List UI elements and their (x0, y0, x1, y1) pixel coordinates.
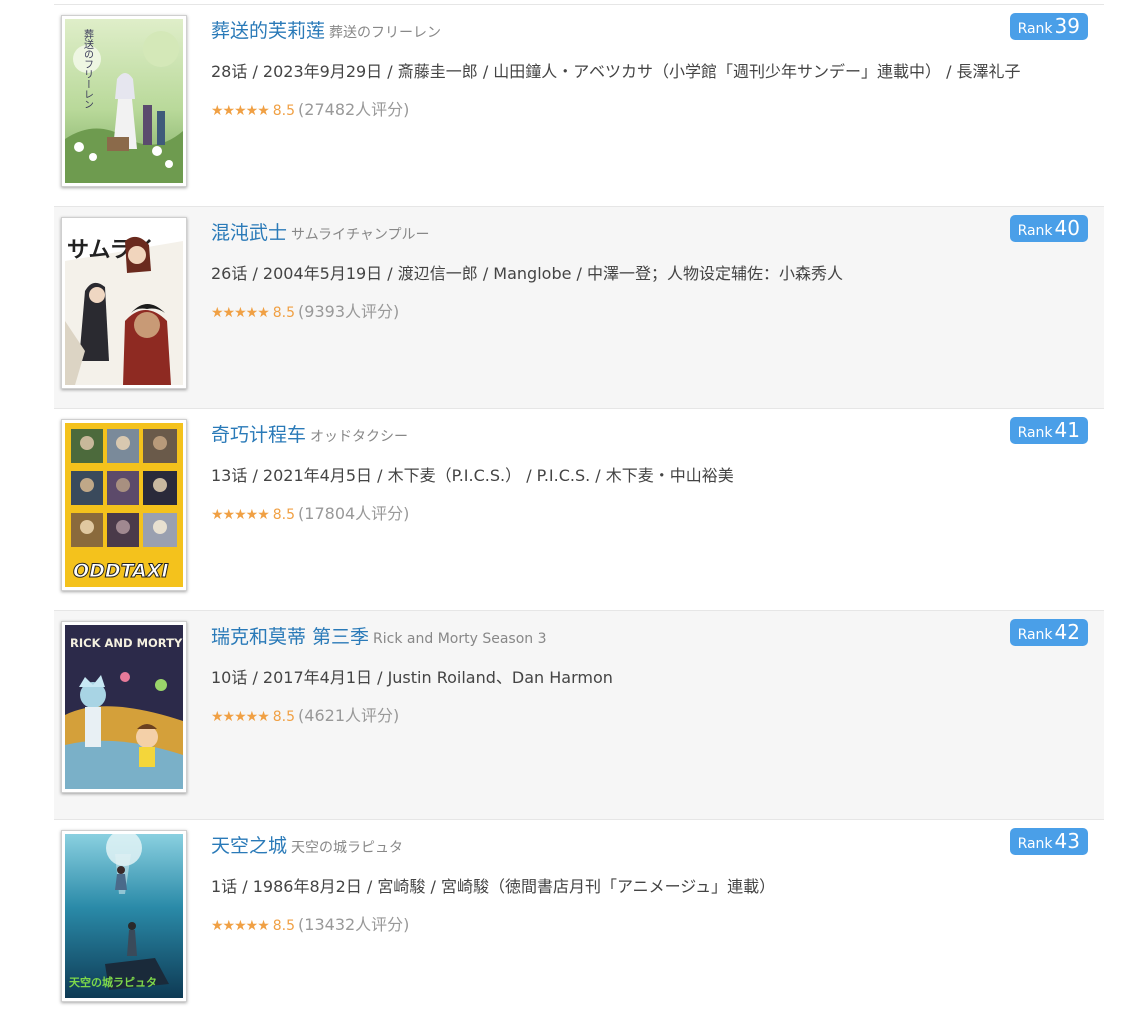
cover-image[interactable]: サムライ (61, 217, 187, 389)
cover-image[interactable]: 天空の城ラピュタ (61, 830, 187, 1002)
list-item: 葬送のフリーレン 葬送的芙莉莲 葬送のフリーレン 28话 / 2023年9月29日… (54, 4, 1104, 206)
score: 8.5 (272, 103, 296, 119)
item-info: 天空之城 天空の城ラピュタ 1话 / 1986年8月2日 / 宮崎駿 / 宮崎駿（… (211, 832, 1088, 936)
rank-number: 42 (1054, 620, 1080, 644)
cover-text: 天空の城ラピュタ (69, 975, 157, 989)
rating: ★★★★★ 8.5 (13432人评分) (211, 914, 1088, 936)
cover-image[interactable]: RICK AND MORTY (61, 621, 187, 793)
list-item: サムライ 混沌武士 サムライチャンプルー 26话 / 2004年5月19日 / 渡… (54, 206, 1104, 408)
star-rating-icon: ★★★★★ (211, 918, 270, 934)
item-subtitle: サムライチャンプルー (291, 227, 430, 243)
rank-label: Rank (1017, 836, 1053, 852)
vote-count: (17804人评分) (298, 504, 410, 523)
cover-image[interactable]: 葬送のフリーレン (61, 15, 187, 187)
item-title-link[interactable]: 葬送的芙莉莲 (211, 20, 325, 42)
rating: ★★★★★ 8.5 (17804人评分) (211, 503, 1088, 525)
item-meta: 1话 / 1986年8月2日 / 宮崎駿 / 宮崎駿（徳間書店月刊「アニメージュ… (211, 877, 776, 896)
rank-label: Rank (1017, 223, 1053, 239)
cover-text: ODDTAXI (73, 560, 169, 582)
star-rating-icon: ★★★★★ (211, 103, 270, 119)
item-subtitle: Rick and Morty Season 3 (373, 631, 547, 647)
item-info: 葬送的芙莉莲 葬送のフリーレン 28话 / 2023年9月29日 / 斎藤圭一郎 … (211, 17, 1088, 121)
vote-count: (27482人评分) (298, 100, 410, 119)
list-item: RICK AND MORTY 瑞克和莫蒂 第三季 Rick and Morty S… (54, 610, 1104, 819)
rank-badge: Rank 42 (1009, 619, 1088, 646)
rating: ★★★★★ 8.5 (27482人评分) (211, 99, 1088, 121)
rank-number: 40 (1054, 216, 1080, 240)
score: 8.5 (272, 918, 296, 934)
castle-in-the-sky-cover-art: 天空の城ラピュタ (65, 834, 183, 998)
item-meta: 10话 / 2017年4月1日 / Justin Roiland、Dan Har… (211, 668, 613, 687)
cover-text: RICK AND MORTY (70, 636, 183, 650)
item-info: 瑞克和莫蒂 第三季 Rick and Morty Season 3 10话 / 2… (211, 623, 1088, 727)
item-title-link[interactable]: 混沌武士 (211, 222, 287, 244)
star-rating-icon: ★★★★★ (211, 305, 270, 321)
rating: ★★★★★ 8.5 (9393人评分) (211, 301, 1088, 323)
rank-badge: Rank 41 (1009, 417, 1088, 444)
rank-label: Rank (1017, 21, 1053, 37)
item-meta: 28话 / 2023年9月29日 / 斎藤圭一郎 / 山田鐘人・アベツカサ（小学… (211, 62, 1021, 81)
list-item: 天空の城ラピュタ 天空之城 天空の城ラピュタ 1话 / 1986年8月2日 / 宮… (54, 819, 1104, 1019)
score: 8.5 (272, 507, 296, 523)
item-title-link[interactable]: 奇巧计程车 (211, 424, 306, 446)
item-meta: 13话 / 2021年4月5日 / 木下麦（P.I.C.S.） / P.I.C.… (211, 466, 734, 485)
item-subtitle: オッドタクシー (310, 429, 409, 445)
item-title-link[interactable]: 天空之城 (211, 835, 287, 857)
list-item: ODDTAXI 奇巧计程车 オッドタクシー 13话 / 2021年4月5日 / 木… (54, 408, 1104, 610)
rank-number: 39 (1054, 14, 1080, 38)
rating: ★★★★★ 8.5 (4621人评分) (211, 705, 1088, 727)
rank-number: 43 (1054, 829, 1080, 853)
frieren-cover-art: 葬送のフリーレン (65, 19, 183, 183)
star-rating-icon: ★★★★★ (211, 507, 270, 523)
rank-label: Rank (1017, 425, 1053, 441)
item-info: 奇巧计程车 オッドタクシー 13话 / 2021年4月5日 / 木下麦（P.I.C… (211, 421, 1088, 525)
cover-image[interactable]: ODDTAXI (61, 419, 187, 591)
item-info: 混沌武士 サムライチャンプルー 26话 / 2004年5月19日 / 渡辺信一郎 … (211, 219, 1088, 323)
vote-count: (9393人评分) (298, 302, 400, 321)
cover-text: 葬送のフリーレン (82, 29, 94, 109)
rick-and-morty-cover-art: RICK AND MORTY (65, 625, 183, 789)
odd-taxi-cover-art: ODDTAXI (65, 423, 183, 587)
rank-label: Rank (1017, 627, 1053, 643)
item-subtitle: 天空の城ラピュタ (291, 840, 404, 856)
score: 8.5 (272, 709, 296, 725)
anime-ranking-list: 葬送のフリーレン 葬送的芙莉莲 葬送のフリーレン 28话 / 2023年9月29日… (54, 4, 1104, 1019)
item-subtitle: 葬送のフリーレン (329, 25, 442, 41)
item-title-link[interactable]: 瑞克和莫蒂 第三季 (211, 626, 369, 648)
rank-number: 41 (1054, 418, 1080, 442)
item-meta: 26话 / 2004年5月19日 / 渡辺信一郎 / Manglobe / 中澤… (211, 264, 844, 283)
score: 8.5 (272, 305, 296, 321)
rank-badge: Rank 39 (1009, 13, 1088, 40)
rank-badge: Rank 40 (1009, 215, 1088, 242)
samurai-champloo-cover-art: サムライ (65, 221, 183, 385)
star-rating-icon: ★★★★★ (211, 709, 270, 725)
vote-count: (4621人评分) (298, 706, 400, 725)
vote-count: (13432人评分) (298, 915, 410, 934)
rank-badge: Rank 43 (1009, 828, 1088, 855)
